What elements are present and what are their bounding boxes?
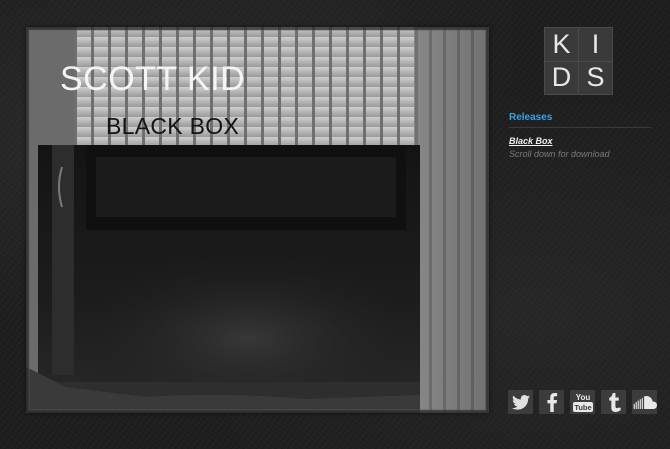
twitter-button[interactable] [508,390,533,414]
youtube-icon: You Tube [572,393,593,412]
social-links: You Tube [508,390,657,414]
cover-album-title: BLACK BOX [106,113,240,139]
logo-letter-k: K [545,28,578,61]
kids-logo[interactable]: K I D S [544,27,613,95]
tumblr-icon [608,392,621,412]
youtube-text-bottom: Tube [574,403,591,412]
album-cover: SCOTT KID BLACK BOX [26,27,489,413]
logo-letter-d: D [545,61,578,94]
facebook-button[interactable] [539,390,564,414]
facebook-icon [546,392,557,412]
release-note: Scroll down for download [509,149,610,159]
logo-letter-s: S [579,61,612,94]
release-link-black-box[interactable]: Black Box [509,136,651,146]
sidebar: Releases Black Box Scroll down for downl… [509,108,651,159]
cover-artist-name: SCOTT KID [60,60,246,98]
twitter-icon [511,394,530,410]
tumblr-button[interactable] [601,390,626,414]
youtube-text-top: You [575,393,590,402]
soundcloud-icon [633,395,657,409]
soundcloud-button[interactable] [632,390,657,414]
youtube-button[interactable]: You Tube [570,390,595,414]
releases-heading: Releases [509,112,651,128]
logo-letter-i: I [579,28,612,61]
